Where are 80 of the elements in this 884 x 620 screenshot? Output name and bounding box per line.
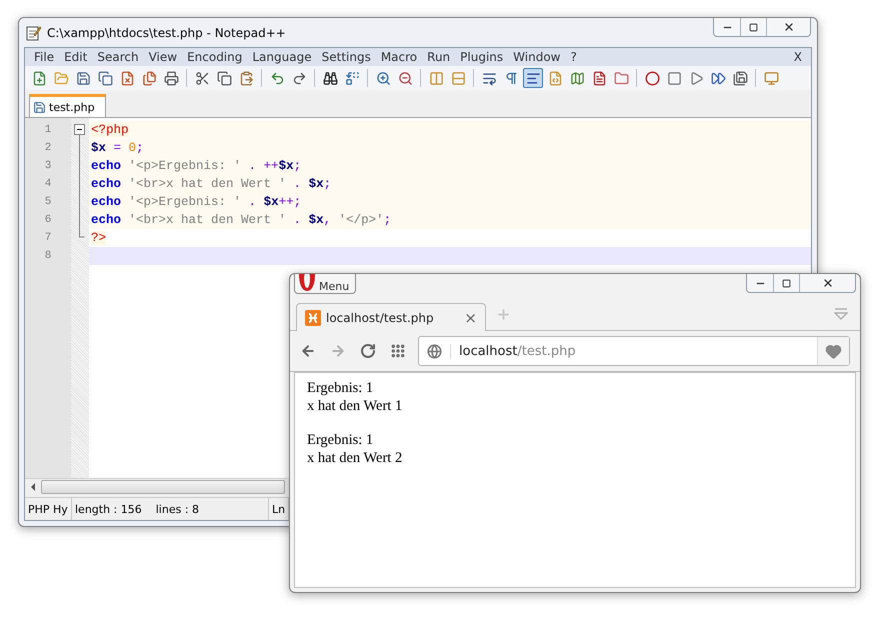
notepad-icon (25, 24, 41, 40)
columns-icon (428, 70, 444, 86)
fast-forward-icon (710, 70, 726, 86)
map-icon (570, 70, 584, 86)
menu-item[interactable]: ? (565, 50, 582, 64)
save-icon (33, 100, 46, 114)
line-number: 8 (44, 249, 52, 264)
zoom-out-icon (398, 70, 412, 86)
close-file-icon (120, 70, 134, 86)
speed-dial-button[interactable] (390, 343, 406, 359)
redo-icon (292, 70, 306, 86)
open-folder-icon (54, 70, 68, 86)
globe-icon (427, 344, 442, 358)
indent-guide-icon (526, 70, 540, 86)
line-number: 6 (44, 213, 52, 228)
window-title: C:\xampp\htdocs\test.php - Notepad++ (47, 26, 287, 40)
maximize-icon (749, 22, 758, 32)
page-text: Ergebnis: 1 (307, 431, 374, 449)
status-text: PHP Hy (25, 498, 72, 520)
play-icon (688, 70, 704, 86)
line-number: 4 (44, 177, 52, 192)
line-number: 3 (44, 159, 52, 174)
menu-item[interactable]: Run (422, 50, 456, 64)
browser-tab[interactable]: localhost/test.php × (296, 303, 486, 331)
launch-icon (764, 70, 778, 86)
line-number: 1 (44, 123, 52, 138)
cut-icon (194, 70, 210, 86)
close-document-button[interactable]: X (788, 50, 807, 64)
function-list-icon (592, 70, 606, 86)
menu-item[interactable]: Window (508, 50, 566, 64)
line-number: 7 (44, 231, 52, 246)
toolbar-button[interactable] (523, 68, 543, 88)
back-button[interactable] (300, 343, 316, 359)
tab-close-button[interactable]: × (464, 308, 477, 326)
heart-icon (825, 342, 842, 360)
file-tab[interactable]: test.php (29, 94, 106, 117)
page-text: x hat den Wert 2 (307, 449, 404, 467)
menu-item[interactable]: Encoding (182, 50, 248, 64)
stop-icon (666, 70, 682, 86)
reload-button[interactable] (360, 343, 376, 359)
horizontal-scrollbar[interactable] (25, 478, 287, 495)
folder-icon (614, 70, 628, 86)
page-text: x hat den Wert 1 (307, 397, 404, 415)
save-all-icon (98, 70, 112, 86)
status-text: length : 156 lines : 8 (72, 498, 269, 520)
pilcrow-icon (504, 70, 518, 86)
menu-item[interactable]: File (29, 50, 60, 64)
menu-item[interactable]: Edit (59, 50, 92, 64)
print-icon (164, 70, 178, 86)
paste-icon (238, 70, 254, 86)
copy-icon (216, 70, 232, 86)
undo-icon (270, 70, 284, 86)
close-icon (822, 277, 834, 289)
rows-icon (450, 70, 466, 86)
menu-item[interactable]: Plugins (455, 50, 508, 64)
save-macro-icon (732, 70, 748, 86)
favicon-icon (305, 310, 321, 326)
line-number: 2 (44, 141, 52, 156)
record-icon (644, 70, 660, 86)
close-files-icon (142, 70, 156, 86)
wrap-icon (482, 70, 496, 86)
menu-item[interactable]: Settings (316, 50, 376, 64)
bookmark-button[interactable] (817, 337, 849, 365)
binoculars-icon (322, 70, 338, 86)
zoom-in-icon (376, 70, 390, 86)
menu-item[interactable]: Macro (376, 50, 422, 64)
save-icon (76, 70, 90, 86)
line-number: 5 (44, 195, 52, 210)
close-icon (782, 21, 794, 33)
menu-item[interactable]: Language (247, 50, 317, 64)
code-file-icon (548, 70, 562, 86)
browser-menu-button[interactable]: Menu (294, 274, 356, 294)
fold-marker-icon (74, 124, 85, 238)
address-bar[interactable]: localhost/test.php (418, 336, 850, 366)
replace-icon (344, 70, 360, 86)
maximize-icon (782, 278, 791, 288)
menu-item[interactable]: Search (92, 50, 144, 64)
menu-item[interactable]: View (144, 50, 182, 64)
new-file-icon (32, 70, 46, 86)
page-text: Ergebnis: 1 (307, 379, 374, 397)
